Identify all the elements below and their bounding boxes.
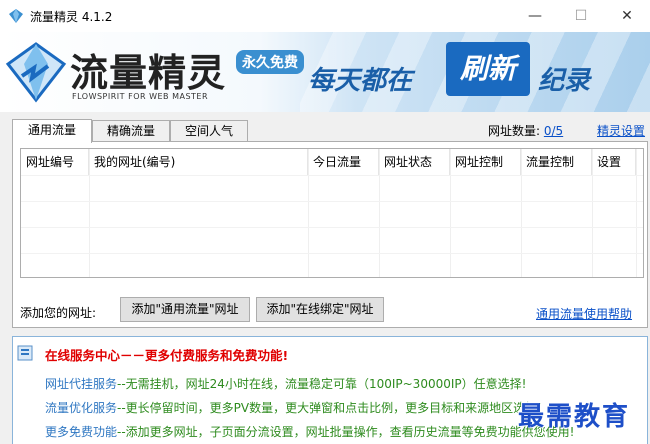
column-header-my-url[interactable]: 我的网址(编号) (89, 149, 308, 175)
service-line-optimize[interactable]: 流量优化服务--更长停留时间，更多PV数量，更大弹窗和点击比例，更多目标和来源地… (45, 399, 542, 416)
url-count-value[interactable]: 0/5 (544, 124, 563, 138)
title-bar: 流量精灵 4.1.2 — ☐ ✕ (0, 0, 650, 32)
column-header-url-control[interactable]: 网址控制 (450, 149, 521, 175)
close-button[interactable]: ✕ (604, 0, 650, 32)
brand-name: 流量精灵 (70, 51, 227, 95)
slogan-part-3: 纪录 (538, 66, 591, 96)
service-text: --无需挂机，网址24小时在线，流量稳定可靠（100IP~30000IP）任意选… (117, 377, 527, 391)
service-line-free[interactable]: 更多免费功能--添加更多网址，子页面分流设置，网址批量操作，查看历史流量等免费功… (45, 423, 575, 440)
url-count-label: 网址数量: (488, 124, 541, 138)
add-bind-url-button[interactable]: 添加"在线绑定"网址 (256, 297, 384, 322)
table-row (21, 175, 643, 201)
tab-precise-traffic[interactable]: 精确流量 (92, 120, 170, 142)
service-title[interactable]: 在线服务中心－－更多付费服务和免费功能! (45, 345, 288, 364)
add-general-url-button[interactable]: 添加"通用流量"网址 (120, 297, 250, 322)
slogan-part-1: 每天都在 (308, 66, 413, 96)
tab-space-popularity[interactable]: 空间人气 (170, 120, 248, 142)
table-row (21, 201, 643, 227)
free-badge: 永久免费 (236, 50, 304, 74)
slogan-part-2: 刷新 (446, 42, 530, 96)
minimize-button[interactable]: — (512, 0, 558, 32)
watermark-text: 最需教育 (518, 402, 631, 432)
maximize-button[interactable]: ☐ (558, 0, 604, 32)
tab-general-traffic[interactable]: 通用流量 (12, 119, 92, 143)
service-line-hosting[interactable]: 网址代挂服务--无需挂机，网址24小时在线，流量稳定可靠（100IP~30000… (45, 375, 526, 392)
brand-subtitle: FLOWSPIRIT FOR WEB MASTER (72, 92, 209, 101)
window-title: 流量精灵 4.1.2 (30, 10, 113, 24)
url-list[interactable]: 网址编号 我的网址(编号) 今日流量 网址状态 网址控制 流量控制 设置 (20, 148, 644, 278)
column-header-traffic-control[interactable]: 流量控制 (521, 149, 592, 175)
list-header: 网址编号 我的网址(编号) 今日流量 网址状态 网址控制 流量控制 设置 (21, 149, 643, 175)
diamond-logo-icon (5, 42, 67, 103)
service-key: 流量优化服务 (45, 401, 118, 415)
add-url-label: 添加您的网址: (20, 306, 97, 320)
service-text: --添加更多网址，子页面分流设置，网址批量操作，查看历史流量等免费功能供您使用! (117, 425, 575, 439)
table-row (21, 227, 643, 253)
column-header-url-id[interactable]: 网址编号 (21, 149, 89, 175)
table-row (21, 253, 643, 277)
settings-link[interactable]: 精灵设置 (597, 122, 645, 139)
brand-banner: 流量精灵 FLOWSPIRIT FOR WEB MASTER 永久免费 每天都在… (0, 32, 650, 112)
service-key: 网址代挂服务 (45, 377, 118, 391)
service-text: --更长停留时间，更多PV数量，更大弹窗和点击比例，更多目标和来源地区选择! (117, 401, 542, 415)
info-icon (17, 345, 33, 361)
column-header-settings[interactable]: 设置 (592, 149, 636, 175)
url-count: 网址数量: 0/5 (488, 122, 563, 139)
column-header-url-status[interactable]: 网址状态 (379, 149, 450, 175)
general-traffic-help-link[interactable]: 通用流量使用帮助 (536, 305, 632, 322)
service-key: 更多免费功能 (45, 425, 118, 439)
diamond-app-icon (9, 9, 23, 23)
column-header-today-traffic[interactable]: 今日流量 (308, 149, 379, 175)
